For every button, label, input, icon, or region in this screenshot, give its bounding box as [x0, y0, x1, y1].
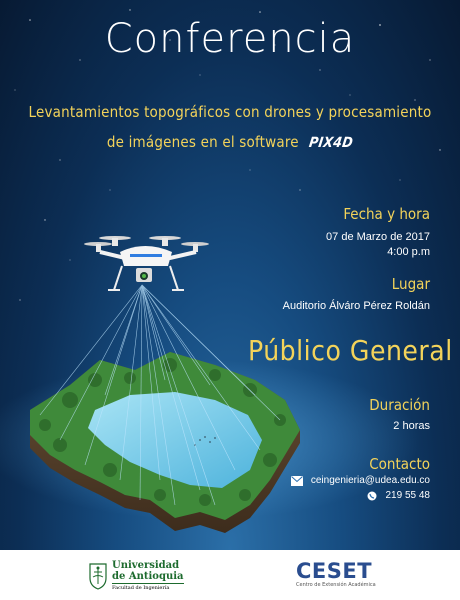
- fecha-label: Fecha y hora: [343, 205, 430, 223]
- pix4d-logo: PIX4D: [308, 135, 355, 151]
- subtitle-line-2-text: de imágenes en el software: [106, 133, 299, 151]
- subtitle-line-1: Levantamientos topográficos con drones y…: [28, 103, 432, 121]
- email-link[interactable]: ceingenieria@udea.edu.co: [311, 475, 430, 486]
- lugar-label: Lugar: [391, 275, 430, 293]
- udea-shield-icon: [89, 562, 107, 590]
- phone-icon: [367, 491, 376, 500]
- udea-faculty: Facultad de Ingeniería: [112, 583, 184, 591]
- ceset-logo: CESET Centro de Extensión Académica: [296, 560, 376, 588]
- phone-row: 219 55 48: [366, 490, 431, 501]
- fecha-value: 07 de Marzo de 2017: [326, 231, 430, 243]
- ceset-subtitle: Centro de Extensión Académica: [296, 582, 376, 588]
- publico-general: Público General: [248, 334, 453, 367]
- footer: [0, 550, 460, 600]
- lugar-value: Auditorio Álváro Pérez Roldán: [282, 300, 430, 312]
- email-row: ceingenieria@udea.edu.co: [290, 475, 430, 486]
- phone-number: 219 55 48: [385, 490, 431, 501]
- udea-name-line-2: de Antioquia: [112, 571, 184, 582]
- ceset-name: CESET: [296, 559, 373, 583]
- duracion-label: Duración: [369, 396, 430, 414]
- subtitle-line-2: de imágenes en el software PIX4D: [20, 133, 440, 151]
- poster-title: Conferencia: [104, 16, 356, 62]
- drone: [84, 236, 209, 291]
- poster: Conferencia Levantamientos topográficos …: [0, 0, 460, 550]
- duracion-value: 2 horas: [393, 420, 430, 432]
- envelope-icon: [290, 475, 303, 486]
- udea-name-line-1: Universidad: [112, 560, 180, 571]
- hora-value: 4:00 p.m: [387, 246, 430, 258]
- udea-logo: Universidad de Antioquia Facultad de Ing…: [88, 560, 184, 591]
- contacto-label: Contacto: [369, 455, 430, 473]
